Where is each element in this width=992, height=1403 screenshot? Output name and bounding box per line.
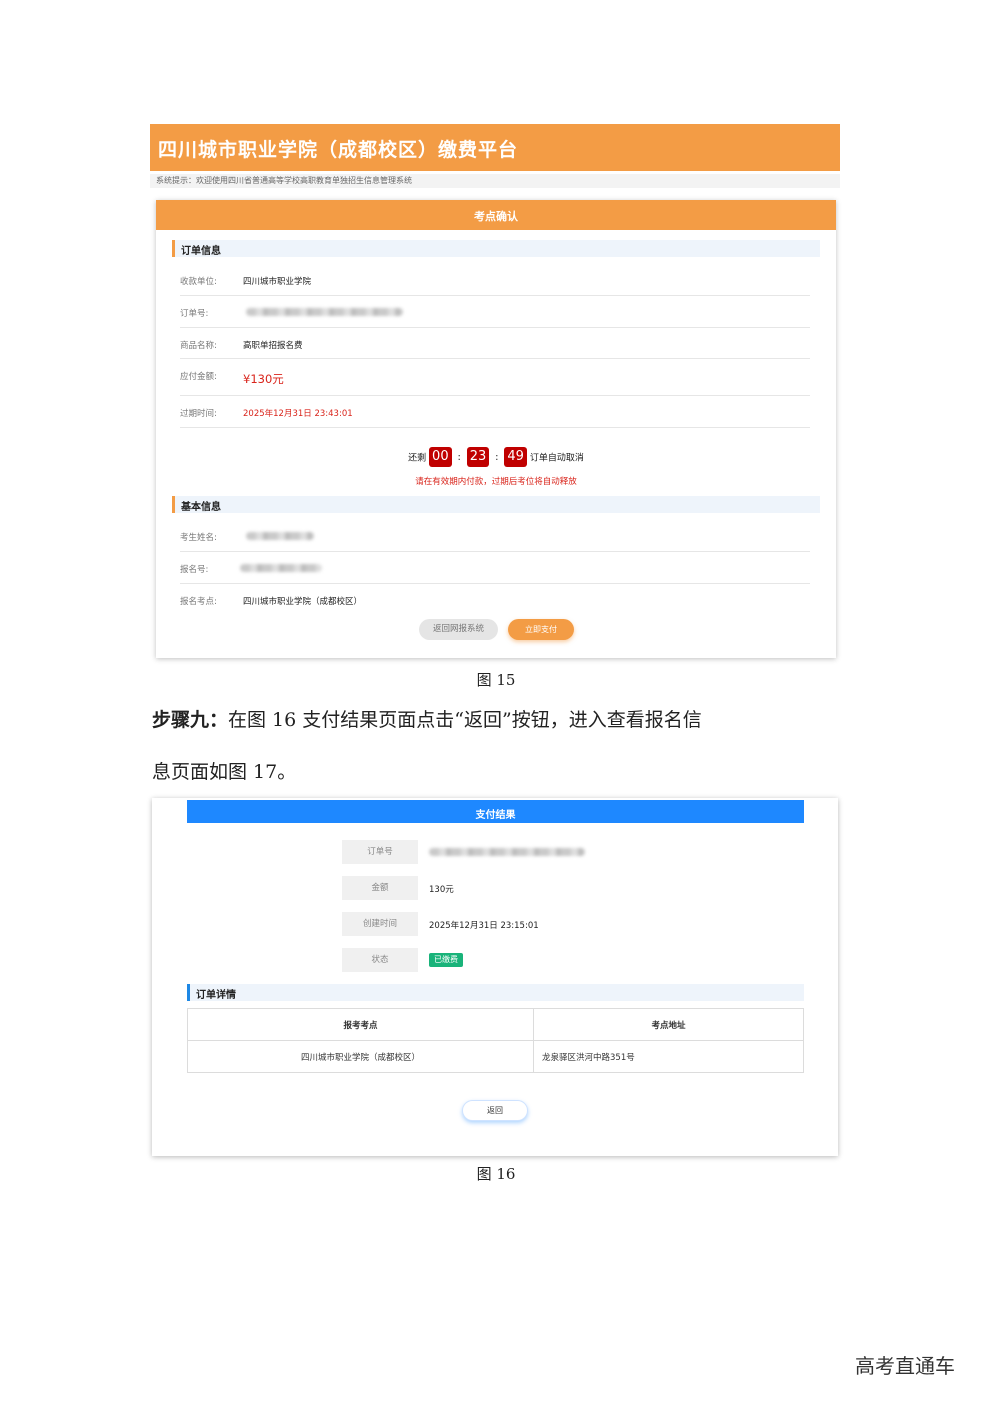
row-value: 四川城市职业学院 [243,277,312,287]
figure-16-payment-result: 支付结果 订单号 金额 130元 创建时间 2025年12月31日 23:15:… [152,798,838,1156]
basic-row-candidate-name: 考生姓名: [180,520,810,552]
row-label: 商品名称: [180,341,217,351]
field-label-status: 状态 [342,948,418,972]
field-value-created-time: 2025年12月31日 23:15:01 [429,921,539,931]
countdown-prefix: 还剩 [408,453,427,464]
return-button[interactable]: 返回 [462,1100,528,1121]
countdown-hours: 00 [429,447,452,467]
redacted-registration-number [240,564,322,572]
row-label: 报名考点: [180,597,217,607]
card-title: 考点确认 [474,210,518,223]
basic-info-title: 基本信息 [181,502,221,513]
redacted-order-number [429,848,585,856]
figure-16-caption: 图 16 [476,1165,516,1183]
redacted-candidate-name [246,532,314,540]
figure-15-caption: 图 15 [476,671,516,689]
step-nine-line-1: 步骤九：在图 16 支付结果页面点击“返回”按钮，进入查看报名信 [152,705,842,732]
platform-title: 四川城市职业学院（成都校区）缴费平台 [158,139,519,161]
countdown-separator: : [495,451,499,463]
countdown-minutes: 23 [466,447,490,467]
basic-row-registration-number: 报名号: [180,552,810,584]
card-header: 考点确认 [156,200,836,230]
order-detail-section-header: 订单详情 [187,984,804,1001]
field-label-created-time: 创建时间 [342,912,418,936]
back-to-registration-button[interactable]: 返回网报系统 [419,619,498,640]
order-detail-title: 订单详情 [196,990,236,1001]
countdown-suffix: 订单自动取消 [529,453,584,464]
table-header-exam-site: 报考考点 [343,1021,378,1031]
exam-site-confirm-card: 考点确认 订单信息 收款单位: 四川城市职业学院 订单号: 商品名称: 高职单招… [156,200,836,658]
basic-info-section-header: 基本信息 [172,496,820,513]
step-label: 步骤九： [152,709,229,731]
order-info-title: 订单信息 [181,246,221,257]
step-nine-line-2: 息页面如图 17。 [152,761,297,783]
table-header-site-address: 考点地址 [651,1021,686,1031]
order-row-amount: 应付金额: ¥130元 [180,359,810,396]
redacted-order-number [246,308,403,316]
countdown: 还剩 00 : 23 : 49 订单自动取消 [156,447,836,471]
payment-result-header: 支付结果 [187,800,804,823]
countdown-separator: : [457,451,461,463]
field-value-amount: 130元 [429,885,454,895]
row-label: 考生姓名: [180,533,217,543]
row-value: 四川城市职业学院（成都校区） [243,597,363,607]
pay-now-button[interactable]: 立即支付 [508,619,574,640]
row-label: 报名号: [180,565,209,575]
order-row-expire-time: 过期时间: 2025年12月31日 23:43:01 [180,396,810,428]
order-row-payee: 收款单位: 四川城市职业学院 [180,264,810,296]
amount-due: ¥130元 [243,372,284,386]
field-label-amount: 金额 [342,876,418,900]
figure-15: 四川城市职业学院（成都校区）缴费平台 系统提示：欢迎使用四川省普通高等学校高职教… [150,124,840,660]
table-cell-exam-site: 四川城市职业学院（成都校区） [300,1053,420,1063]
watermark: 高考直通车 [855,1354,955,1378]
payment-result-title: 支付结果 [475,810,516,821]
table-row-divider [188,1040,803,1041]
row-label: 收款单位: [180,277,217,287]
field-label-order-number: 订单号 [342,840,418,864]
basic-row-exam-site: 报名考点: 四川城市职业学院（成都校区） [180,584,810,615]
row-value: 高职单招报名费 [243,341,303,351]
system-notice-bar: 系统提示：欢迎使用四川省普通高等学校高职教育单独招生信息管理系统 [150,174,840,188]
order-row-order-number: 订单号: [180,296,810,328]
order-row-product: 商品名称: 高职单招报名费 [180,328,810,359]
order-info-section-header: 订单信息 [172,240,820,257]
countdown-warning: 请在有效期内付款，过期后考位将自动释放 [415,477,577,487]
row-label: 应付金额: [180,372,217,382]
table-cell-site-address: 龙泉驿区洪河中路351号 [542,1053,635,1063]
expire-time: 2025年12月31日 23:43:01 [243,409,353,419]
countdown-seconds: 49 [504,447,527,467]
platform-banner: 四川城市职业学院（成都校区）缴费平台 [150,124,840,171]
step-text: 在图 16 支付结果页面点击“返回”按钮，进入查看报名信 [228,709,702,731]
row-label: 订单号: [180,309,209,319]
order-detail-table: 报考考点 考点地址 四川城市职业学院（成都校区） 龙泉驿区洪河中路351号 [187,1008,804,1073]
system-notice: 系统提示：欢迎使用四川省普通高等学校高职教育单独招生信息管理系统 [156,176,412,185]
status-badge: 已缴费 [429,953,463,967]
row-label: 过期时间: [180,409,217,419]
